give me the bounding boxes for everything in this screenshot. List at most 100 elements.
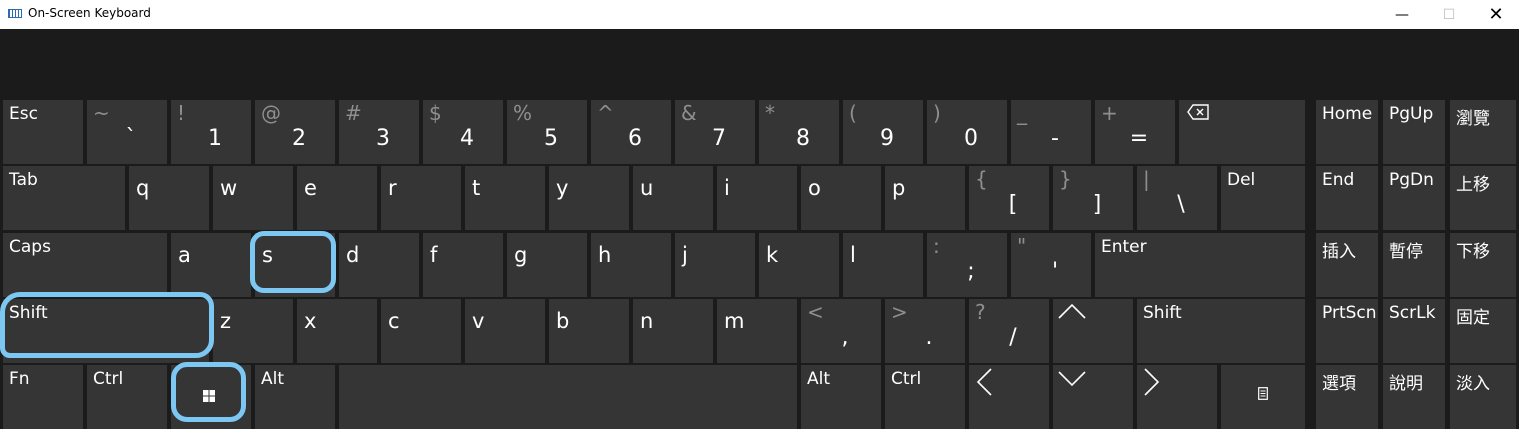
key-letter[interactable]: o [801, 166, 881, 230]
key-insert[interactable]: 插入 [1316, 233, 1378, 297]
key-esc[interactable]: Esc [3, 100, 83, 164]
key-shift-label: > [891, 300, 908, 324]
key-windows[interactable] [171, 365, 251, 429]
key-label: y [556, 176, 569, 200]
close-button[interactable]: ✕ [1473, 0, 1519, 29]
key-label: Ctrl [93, 369, 124, 389]
key-shift-right[interactable]: Shift [1137, 299, 1305, 363]
key-letter[interactable]: r [381, 166, 461, 230]
key-letter[interactable]: e [297, 166, 377, 230]
key-8[interactable]: * 8 [759, 100, 839, 164]
key-equals[interactable]: + = [1095, 100, 1175, 164]
key-backspace[interactable] [1179, 100, 1305, 164]
key-move-up[interactable]: 上移 [1450, 166, 1516, 230]
key-caps[interactable]: Caps [3, 233, 167, 297]
key-right[interactable] [1137, 365, 1217, 429]
key-space[interactable] [339, 365, 797, 429]
key-letter[interactable]: a [171, 233, 251, 297]
key-letter[interactable]: b [549, 299, 629, 363]
key-semicolon[interactable]: :; [927, 233, 1007, 297]
key-help[interactable]: 說明 [1383, 365, 1445, 429]
key-7[interactable]: & 7 [675, 100, 755, 164]
key-letter[interactable]: x [297, 299, 377, 363]
key-letter[interactable]: h [591, 233, 671, 297]
key-0[interactable]: ) 0 [927, 100, 1007, 164]
key-left-bracket[interactable]: {[ [969, 166, 1049, 230]
key-scrlk[interactable]: ScrLk [1383, 299, 1445, 363]
key-letter[interactable]: z [213, 299, 293, 363]
key-shift-left[interactable]: Shift [3, 299, 209, 363]
key-5[interactable]: % 5 [507, 100, 587, 164]
chevron-down-icon [1057, 369, 1087, 387]
key-letter[interactable]: f [423, 233, 503, 297]
key-letter[interactable]: m [717, 299, 797, 363]
key-letter[interactable]: i [717, 166, 797, 230]
key-4[interactable]: $4 [423, 100, 503, 164]
key-label: e [304, 176, 317, 200]
key-letter[interactable]: p [885, 166, 965, 230]
minimize-button[interactable]: — [1379, 0, 1425, 29]
key-letter[interactable]: g [507, 233, 587, 297]
key-3[interactable]: #3 [339, 100, 419, 164]
key-enter[interactable]: Enter [1095, 233, 1305, 297]
key-comma[interactable]: <, [801, 299, 881, 363]
key-period[interactable]: >. [885, 299, 965, 363]
key-letter[interactable]: s [255, 233, 335, 297]
key-6[interactable]: ^ 6 [591, 100, 671, 164]
key-label: d [346, 243, 360, 267]
key-prtscn[interactable]: PrtScn [1316, 299, 1378, 363]
key-letter[interactable]: c [381, 299, 461, 363]
key-alt-right[interactable]: Alt [801, 365, 881, 429]
key-dock[interactable]: 固定 [1450, 299, 1516, 363]
key-options[interactable]: 選項 [1316, 365, 1378, 429]
key-1[interactable]: ! 1 [171, 100, 251, 164]
key-letter[interactable]: y [549, 166, 629, 230]
key-slash[interactable]: ? / [969, 299, 1049, 363]
key-end[interactable]: End [1316, 166, 1378, 230]
key-fn[interactable]: Fn [3, 365, 83, 429]
maximize-button: ☐ [1426, 0, 1472, 29]
key-up[interactable] [1053, 299, 1133, 363]
key-pause[interactable]: 暫停 [1383, 233, 1445, 297]
key-label: . [925, 325, 933, 350]
key-tab[interactable]: Tab [3, 166, 125, 230]
backspace-icon [1187, 104, 1209, 120]
key-label: q [136, 176, 150, 200]
key-minus[interactable]: _ - [1011, 100, 1091, 164]
key-letter[interactable]: t [465, 166, 545, 230]
key-letter[interactable]: d [339, 233, 419, 297]
key-backtick[interactable]: ~ ` [87, 100, 167, 164]
key-ctrl-left[interactable]: Ctrl [87, 365, 167, 429]
key-left[interactable] [969, 365, 1049, 429]
key-home[interactable]: Home [1316, 100, 1378, 164]
key-ctrl-right[interactable]: Ctrl [885, 365, 965, 429]
key-quote[interactable]: " ' [1011, 233, 1091, 297]
key-letter[interactable]: v [465, 299, 545, 363]
key-label: ScrLk [1389, 303, 1436, 323]
key-down[interactable] [1053, 365, 1133, 429]
key-del[interactable]: Del [1221, 166, 1305, 230]
key-label: 7 [712, 126, 726, 151]
key-letter[interactable]: q [129, 166, 209, 230]
key-2[interactable]: @2 [255, 100, 335, 164]
key-letter[interactable]: k [759, 233, 839, 297]
key-label: 4 [460, 126, 474, 151]
key-pgdn[interactable]: PgDn [1383, 166, 1445, 230]
key-9[interactable]: (9 [843, 100, 923, 164]
key-label: u [640, 176, 654, 200]
key-letter[interactable]: u [633, 166, 713, 230]
key-browse[interactable]: 瀏覽 [1450, 100, 1516, 164]
key-label: x [304, 309, 317, 333]
key-fade[interactable]: 淡入 [1450, 365, 1516, 429]
key-letter[interactable]: n [633, 299, 713, 363]
key-letter[interactable]: w [213, 166, 293, 230]
key-alt-left[interactable]: Alt [255, 365, 335, 429]
key-letter[interactable]: l [843, 233, 923, 297]
key-shift-label: ) [933, 101, 941, 125]
key-pgup[interactable]: PgUp [1383, 100, 1445, 164]
key-backslash[interactable]: | \ [1137, 166, 1217, 230]
key-move-down[interactable]: 下移 [1450, 233, 1516, 297]
key-menu[interactable] [1221, 365, 1305, 429]
key-right-bracket[interactable]: }] [1053, 166, 1133, 230]
key-letter[interactable]: j [675, 233, 755, 297]
